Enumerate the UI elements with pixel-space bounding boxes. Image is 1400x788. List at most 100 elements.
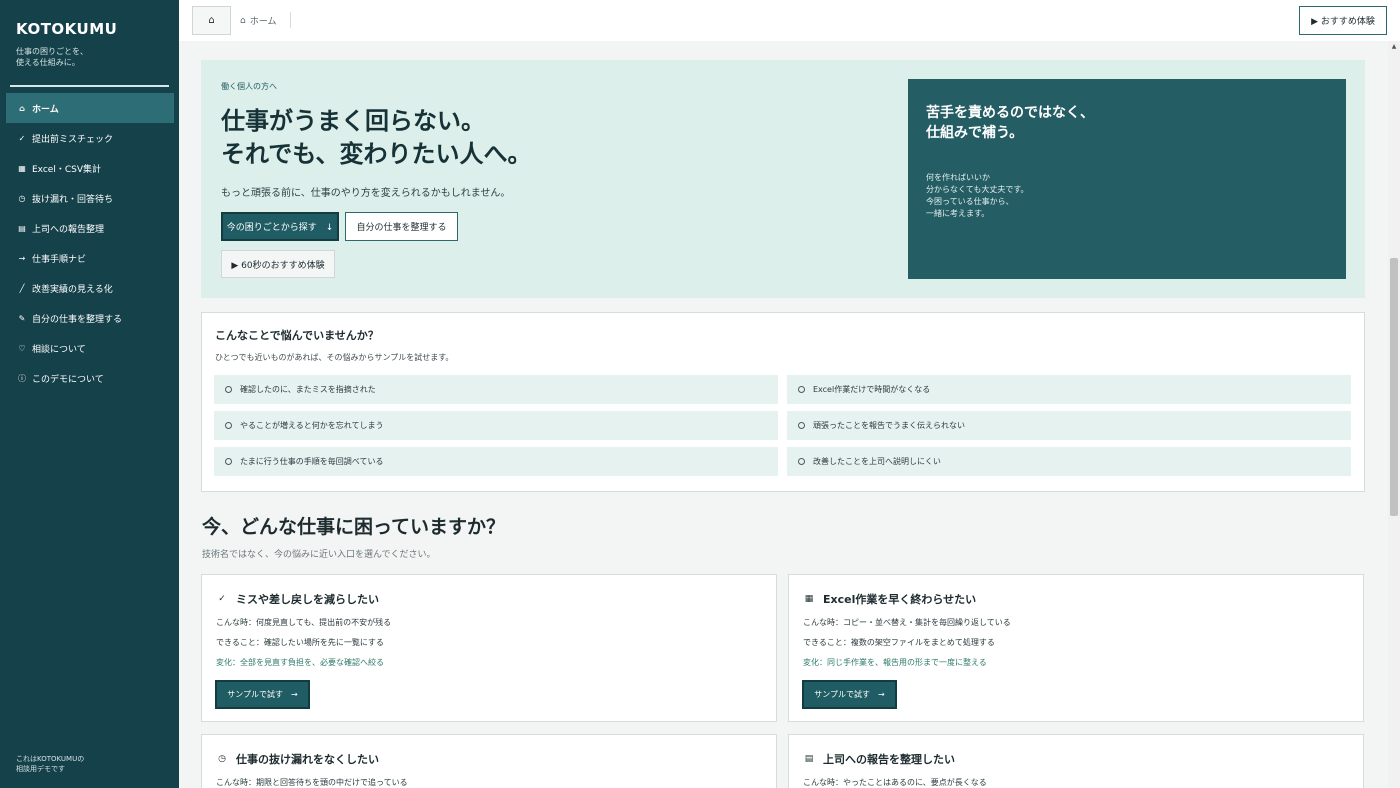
- radio-icon: [798, 386, 805, 393]
- radio-icon: [225, 386, 232, 393]
- card-when: こんな時：コピー・並べ替え・集計を毎回繰り返している: [803, 618, 1011, 627]
- home-icon: ⌂: [208, 15, 215, 26]
- sidebar-item-omissions[interactable]: ◷ 抜け漏れ・回答待ち: [6, 183, 174, 213]
- category-card-excel: ▦ Excel作業を早く終わらせたい こんな時：コピー・並べ替え・集計を毎回繰り…: [788, 574, 1364, 722]
- category-card-mistakes: ✓ ミスや差し戻しを減らしたい こんな時：何度見直しても、提出前の不安が残る で…: [201, 574, 777, 722]
- card-change: 変化：全部を見直す負担を、必要な確認へ絞る: [216, 658, 384, 667]
- sidebar-divider: [10, 85, 169, 87]
- worry-option[interactable]: 頑張ったことを報告でうまく伝えられない: [787, 411, 1351, 440]
- scrollbar-thumb[interactable]: [1390, 258, 1398, 516]
- sidebar-item-label: 改善実績の見える化: [32, 284, 113, 295]
- sidebar-item-label: 上司への報告整理: [32, 224, 105, 235]
- card-title-text: 上司への報告を整理したい: [823, 753, 955, 766]
- sidebar-item-label: ホーム: [32, 104, 59, 115]
- worry-option-label: たまに行う仕事の手順を毎回調べている: [240, 457, 384, 466]
- sidebar-item-label: 相談について: [32, 344, 86, 355]
- arrow-right-icon: →: [18, 253, 26, 263]
- report-icon: ▤: [18, 223, 26, 233]
- breadcrumb: ⌂ ホーム: [240, 14, 277, 28]
- hero-card-title: 苦手を責めるのではなく、 仕組みで補う。: [926, 105, 1094, 141]
- report-icon: ▤: [804, 754, 814, 764]
- clock-icon: ◷: [218, 754, 226, 764]
- category-card-omissions: ◷ 仕事の抜け漏れをなくしたい こんな時：期限と回答待ちを頭の中だけで追っている: [201, 734, 777, 788]
- sixty-second-demo-button[interactable]: ▶ 60秒のおすすめ体験: [221, 250, 335, 278]
- check-icon: ✓: [218, 594, 226, 604]
- sidebar-nav: ⌂ ホーム ✓ 提出前ミスチェック ▦ Excel・CSV集計 ◷ 抜け漏れ・回…: [6, 93, 174, 393]
- radio-icon: [225, 458, 232, 465]
- page-scrollbar[interactable]: ▲: [1388, 41, 1400, 788]
- check-icon: ✓: [18, 133, 26, 143]
- sidebar-item-excel-csv[interactable]: ▦ Excel・CSV集計: [6, 153, 174, 183]
- sidebar-item-label: 抜け漏れ・回答待ち: [32, 194, 114, 205]
- try-sample-button[interactable]: サンプルで試す →: [215, 680, 310, 709]
- sidebar-item-organize[interactable]: ✎ 自分の仕事を整理する: [6, 303, 174, 333]
- worries-title: こんなことで悩んでいませんか？: [215, 329, 379, 342]
- sidebar-item-label: 自分の仕事を整理する: [32, 314, 123, 325]
- brand-tagline: 仕事の困りごとを、 使える仕組みに。: [16, 47, 88, 67]
- sidebar-item-label: このデモについて: [32, 374, 104, 385]
- card-when: こんな時：期限と回答待ちを頭の中だけで追っている: [216, 778, 408, 787]
- heart-icon: ♡: [18, 343, 26, 353]
- breadcrumb-current: ホーム: [249, 17, 277, 27]
- hero-card-body: 何を作ればいいか 分からなくても大丈夫です。 今困っている仕事から、 一緒に考え…: [926, 173, 1029, 218]
- hero-title: 仕事がうまく回らない。 それでも、変わりたい人へ。: [221, 107, 532, 168]
- sidebar-item-about-demo[interactable]: ⓘ このデモについて: [6, 363, 174, 393]
- sidebar-item-procedure-navi[interactable]: → 仕事手順ナビ: [6, 243, 174, 273]
- hero-section: 働く個人の方へ 仕事がうまく回らない。 それでも、変わりたい人へ。 もっと頑張る…: [201, 60, 1365, 298]
- card-title-text: 仕事の抜け漏れをなくしたい: [236, 753, 379, 766]
- section-title: 今、どんな仕事に困っていますか？: [202, 516, 506, 538]
- sidebar-footer: これはKOTOKUMUの 相談用デモです: [16, 755, 85, 773]
- find-by-problem-button[interactable]: 今の困りごとから探す ↓: [221, 212, 339, 241]
- worry-option[interactable]: たまに行う仕事の手順を毎回調べている: [214, 447, 778, 476]
- worry-option-label: 確認したのに、またミスを指摘された: [240, 385, 376, 394]
- card-title-text: ミスや差し戻しを減らしたい: [236, 593, 379, 606]
- sidebar-item-label: 提出前ミスチェック: [32, 134, 114, 145]
- sidebar-item-label: 仕事手順ナビ: [32, 254, 87, 265]
- radio-icon: [225, 422, 232, 429]
- try-sample-button[interactable]: サンプルで試す →: [802, 680, 897, 709]
- radio-icon: [798, 458, 805, 465]
- card-change: 変化：同じ手作業を、報告用の形まで一度に整える: [803, 658, 987, 667]
- topbar: ⌂ ⌂ ホーム ▶ おすすめ体験: [179, 0, 1400, 41]
- sidebar-item-mistake-check[interactable]: ✓ 提出前ミスチェック: [6, 123, 174, 153]
- home-icon: ⌂: [240, 15, 246, 26]
- worry-option[interactable]: 確認したのに、またミスを指摘された: [214, 375, 778, 404]
- table-icon: ▦: [18, 163, 26, 173]
- sidebar-item-consult[interactable]: ♡ 相談について: [6, 333, 174, 363]
- card-title: ▦ Excel作業を早く終わらせたい: [803, 591, 976, 607]
- section-subtitle: 技術名ではなく、今の悩みに近い入口を選んでください。: [202, 550, 436, 560]
- hero-message-card: 苦手を責めるのではなく、 仕組みで補う。 何を作ればいいか 分からなくても大丈夫…: [908, 79, 1346, 279]
- organize-work-button[interactable]: 自分の仕事を整理する: [345, 212, 458, 241]
- card-can: できること：確認したい場所を先に一覧にする: [216, 638, 384, 647]
- worry-option[interactable]: やることが増えると何かを忘れてしまう: [214, 411, 778, 440]
- chart-line-icon: ╱: [19, 283, 25, 293]
- worry-option[interactable]: 改善したことを上司へ説明しにくい: [787, 447, 1351, 476]
- hero-subtitle: もっと頑張る前に、仕事のやり方を変えられるかもしれません。: [221, 188, 511, 199]
- card-title-text: Excel作業を早く終わらせたい: [823, 593, 977, 606]
- card-when: こんな時：何度見直しても、提出前の不安が残る: [216, 618, 392, 627]
- radio-icon: [798, 422, 805, 429]
- hero-eyebrow: 働く個人の方へ: [221, 82, 277, 91]
- recommended-demo-button[interactable]: ▶ おすすめ体験: [1299, 6, 1387, 35]
- info-icon: ⓘ: [18, 373, 26, 383]
- breadcrumb-divider: [290, 12, 291, 28]
- home-icon: ⌂: [19, 103, 25, 113]
- worry-option-label: やることが増えると何かを忘れてしまう: [240, 421, 384, 430]
- sidebar-item-home[interactable]: ⌂ ホーム: [6, 93, 174, 123]
- home-button[interactable]: ⌂: [192, 6, 231, 35]
- pencil-icon: ✎: [18, 313, 26, 323]
- scroll-up-arrow-icon[interactable]: ▲: [1388, 41, 1400, 53]
- card-when: こんな時：やったことはあるのに、要点が長くなる: [803, 778, 987, 787]
- brand-logo[interactable]: KOTOKUMU: [16, 20, 117, 38]
- sidebar: KOTOKUMU 仕事の困りごとを、 使える仕組みに。 ⌂ ホーム ✓ 提出前ミ…: [0, 0, 179, 788]
- main-content: 働く個人の方へ 仕事がうまく回らない。 それでも、変わりたい人へ。 もっと頑張る…: [179, 41, 1388, 788]
- worries-subtitle: ひとつでも近いものがあれば、その悩みからサンプルを試せます。: [215, 353, 454, 362]
- sidebar-item-report[interactable]: ▤ 上司への報告整理: [6, 213, 174, 243]
- worry-option[interactable]: Excel作業だけで時間がなくなる: [787, 375, 1351, 404]
- sidebar-item-improvement[interactable]: ╱ 改善実績の見える化: [6, 273, 174, 303]
- card-title: ◷ 仕事の抜け漏れをなくしたい: [216, 751, 379, 767]
- worries-section: こんなことで悩んでいませんか？ ひとつでも近いものがあれば、その悩みからサンプル…: [201, 312, 1365, 492]
- worry-option-label: Excel作業だけで時間がなくなる: [813, 385, 931, 394]
- clock-icon: ◷: [18, 193, 26, 203]
- card-can: できること：複数の架空ファイルをまとめて処理する: [803, 638, 995, 647]
